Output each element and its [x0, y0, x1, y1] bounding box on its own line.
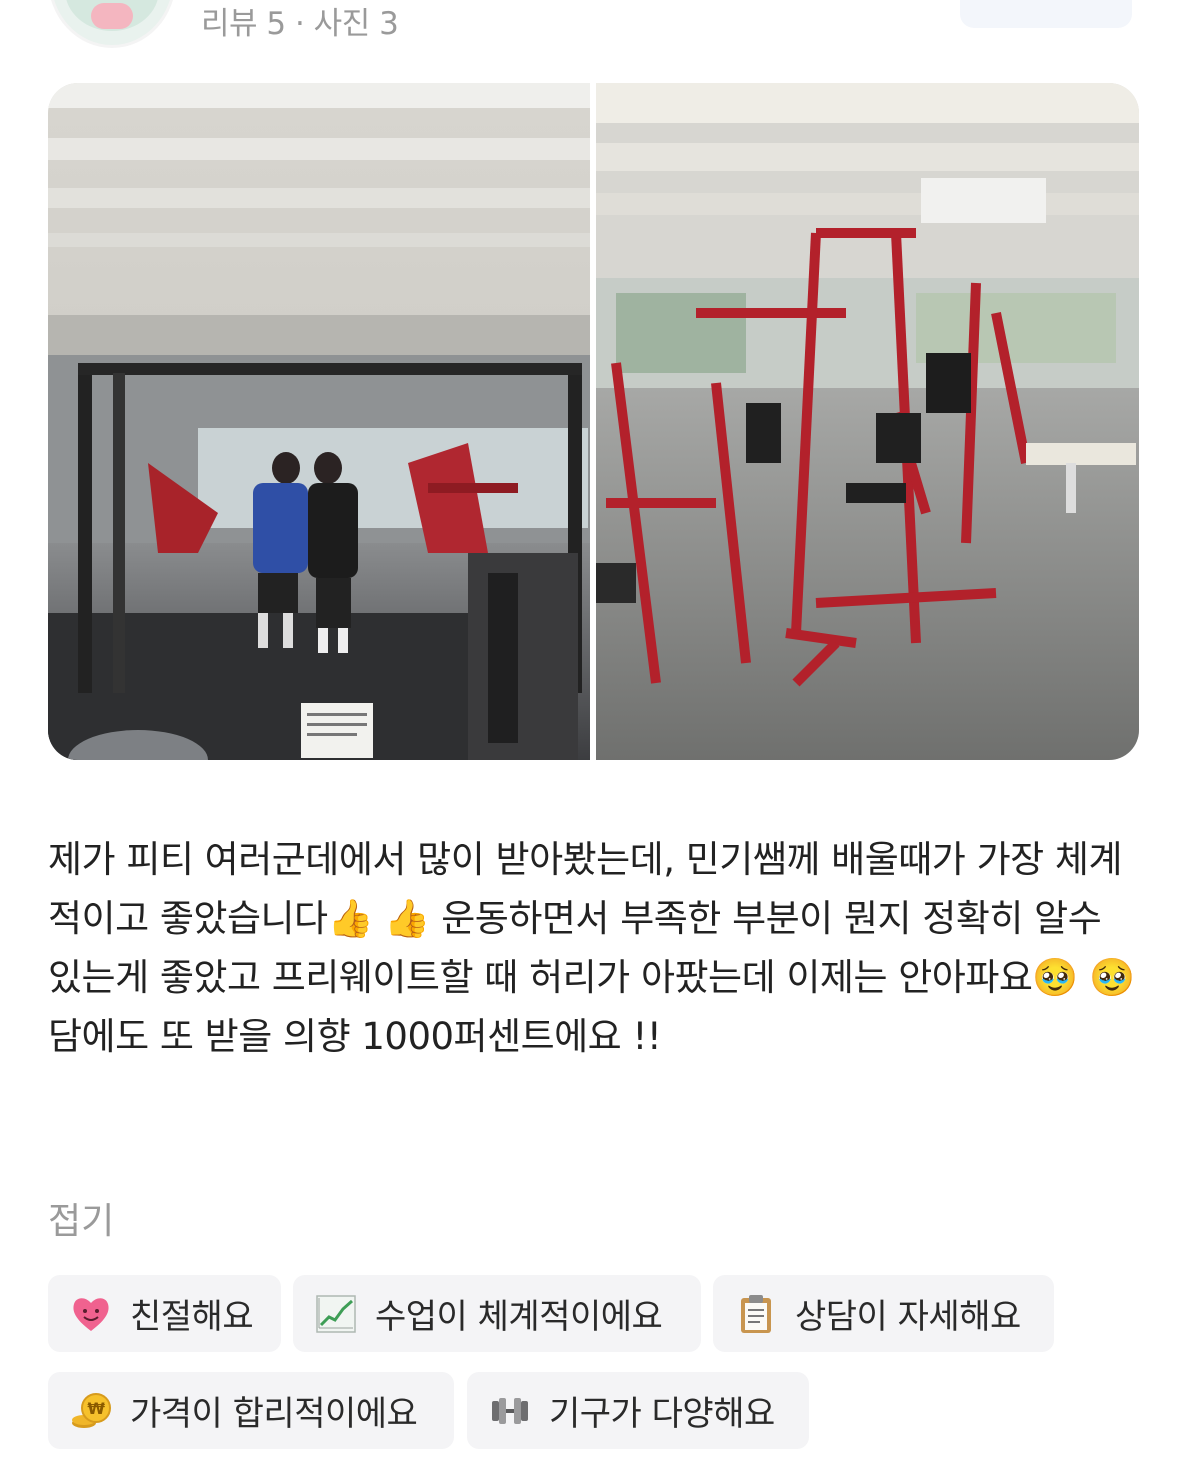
- tag-label: 수업이 체계적이에요: [375, 1297, 663, 1337]
- tag-price: ₩ 가격이 합리적이에요: [48, 1372, 454, 1449]
- follow-button[interactable]: [960, 0, 1132, 28]
- review-photo-2[interactable]: [596, 83, 1139, 760]
- tag-systematic: 수업이 체계적이에요: [293, 1275, 701, 1352]
- dumbbell-icon: [489, 1390, 531, 1432]
- coin-icon: ₩: [70, 1390, 112, 1432]
- tag-label: 기구가 다양해요: [549, 1394, 775, 1434]
- svg-text:₩: ₩: [87, 1399, 105, 1418]
- reviewer-stats: 리뷰 5 · 사진 3: [201, 6, 399, 42]
- tag-equipment: 기구가 다양해요: [467, 1372, 809, 1449]
- tag-label: 친절해요: [130, 1297, 254, 1337]
- heart-face-icon: [70, 1293, 112, 1335]
- tag-consult: 상담이 자세해요: [713, 1275, 1054, 1352]
- review-text: 제가 피티 여러군데에서 많이 받아봤는데, 민기쌤께 배울때가 가장 체계적이…: [48, 838, 1135, 1058]
- tag-kind: 친절해요: [48, 1275, 281, 1352]
- tag-label: 상담이 자세해요: [795, 1297, 1021, 1337]
- reviewer-avatar[interactable]: [48, 0, 176, 48]
- chart-increasing-icon: [315, 1293, 357, 1335]
- fold-button[interactable]: 접기: [48, 1192, 114, 1244]
- clipboard-icon: [735, 1293, 777, 1335]
- tag-label: 가격이 합리적이에요: [130, 1394, 418, 1434]
- review-photo-1[interactable]: [48, 83, 590, 760]
